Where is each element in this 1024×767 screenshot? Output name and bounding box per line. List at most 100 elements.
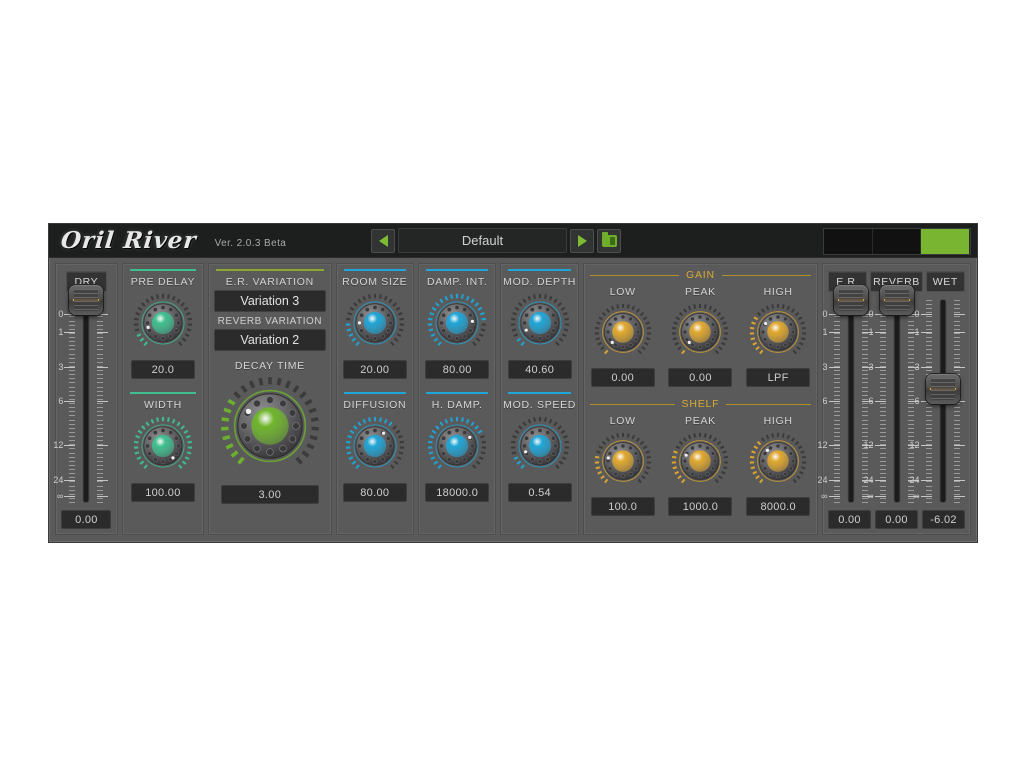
fader-tick	[97, 456, 104, 458]
room-size-value[interactable]: 20.00	[342, 360, 407, 379]
fader-tick	[907, 419, 914, 421]
knob-graphic	[594, 303, 651, 355]
shelf-high-value[interactable]: 8000.0	[746, 497, 811, 516]
diffusion-label: DIFFUSION	[343, 399, 407, 411]
pre-delay-knob[interactable]	[123, 292, 203, 354]
fader-tick	[861, 316, 868, 318]
mod-speed-knob[interactable]	[501, 415, 577, 477]
fader-tick	[925, 493, 932, 495]
reverb-value[interactable]: 0.00	[875, 510, 918, 529]
fader-tick	[861, 320, 868, 322]
er-variation-select[interactable]: Variation 3	[214, 290, 326, 312]
fader-tick	[953, 452, 960, 454]
gain-peak-value[interactable]: 0.00	[668, 368, 733, 387]
wet-value[interactable]: -6.02	[922, 510, 965, 529]
fader-tick-major	[953, 314, 965, 316]
fader-tick	[833, 349, 840, 351]
fader-tick	[97, 341, 104, 343]
preset-next-button[interactable]	[570, 228, 594, 253]
fader-thumb[interactable]	[879, 285, 914, 315]
gain-low-value[interactable]: 0.00	[590, 368, 655, 387]
gain-low-knob[interactable]	[584, 302, 662, 362]
gain-peak-knob[interactable]	[662, 302, 740, 362]
fader-tick	[953, 460, 960, 462]
fader-tick	[69, 489, 76, 491]
gain-section-title: GAIN	[584, 269, 817, 281]
fader-tick	[97, 394, 104, 396]
damp-int-value[interactable]: 80.00	[425, 360, 490, 379]
fader-tick	[69, 411, 76, 413]
dry-value[interactable]: 0.00	[61, 510, 112, 529]
reverb-variation-select[interactable]: Variation 2	[214, 329, 326, 351]
fader-tick	[97, 345, 104, 347]
fader-tick	[907, 328, 914, 330]
h-damp-knob[interactable]	[419, 415, 495, 477]
fader-tick	[97, 407, 104, 409]
thumb-grooves	[930, 378, 955, 401]
preset-name-display[interactable]: Default	[398, 228, 567, 253]
width-knob[interactable]	[123, 415, 203, 477]
fader-thumb[interactable]	[69, 285, 104, 315]
fader-tick	[97, 353, 104, 355]
mod-depth-knob[interactable]	[501, 292, 577, 354]
shelf-low-knob[interactable]	[584, 431, 662, 491]
fader-tick	[953, 337, 960, 339]
shelf-low-value[interactable]: 100.0	[590, 497, 655, 516]
gain-peak-label: PEAK	[685, 286, 716, 298]
fader-tick	[879, 320, 886, 322]
shelf-peak-value[interactable]: 1000.0	[668, 497, 733, 516]
fader-tick-major	[874, 332, 886, 334]
shelf-high-label: HIGH	[763, 415, 793, 427]
fader-tick	[925, 502, 932, 503]
fader-tick	[925, 448, 932, 450]
damp-int-knob[interactable]	[419, 292, 495, 354]
fader-tick-major	[920, 314, 932, 316]
fader-scale-label: 3	[868, 361, 874, 372]
mod-depth-value[interactable]: 40.60	[507, 360, 572, 379]
fader-tick	[861, 349, 868, 351]
diffusion-value[interactable]: 80.00	[342, 483, 407, 502]
gain-high-value[interactable]: LPF	[746, 368, 811, 387]
fader-tick	[879, 403, 886, 405]
fader-tick	[69, 477, 76, 479]
fader-tick	[69, 415, 76, 417]
fader-tick	[953, 448, 960, 450]
fader-slot	[848, 300, 854, 502]
preset-prev-button[interactable]	[371, 228, 395, 253]
shelf-peak-knob[interactable]	[662, 431, 740, 491]
accent-line-blue	[508, 269, 571, 271]
fader-tick	[833, 456, 840, 458]
mod-speed-value[interactable]: 0.54	[507, 483, 572, 502]
pre-delay-value[interactable]: 20.0	[130, 360, 195, 379]
fader-tick	[925, 353, 932, 355]
fader-scale-left: 0 1 3 6 12 24 ∞	[818, 300, 840, 503]
fader-thumb[interactable]	[925, 374, 960, 405]
dry-fader[interactable]: 0 1 3 6 12 24 ∞	[53, 285, 117, 510]
diffusion-knob[interactable]	[337, 415, 413, 477]
fader-tick	[97, 415, 104, 417]
gain-high-knob[interactable]	[739, 302, 817, 362]
room-size-knob[interactable]	[337, 292, 413, 354]
wet-button[interactable]: WET	[925, 271, 965, 292]
fader-tick	[97, 481, 104, 483]
decay-time-value[interactable]: 3.00	[220, 485, 319, 504]
shelf-high-knob[interactable]	[739, 431, 817, 491]
mod-speed-label: MOD. SPEED	[503, 399, 577, 411]
fader-tick	[953, 427, 960, 429]
fader-tick	[69, 436, 76, 438]
fader-track[interactable]: 0 1 3 6 12 24 ∞	[910, 292, 966, 510]
fader-tick	[879, 382, 886, 384]
fader-tick	[953, 304, 960, 306]
fader-tick-major	[953, 445, 965, 447]
width-value[interactable]: 100.00	[130, 483, 195, 502]
h-damp-value[interactable]: 18000.0	[425, 483, 490, 502]
fader-track[interactable]: 0 1 3 6 12 24 ∞	[53, 285, 109, 510]
fader-tick	[97, 374, 104, 376]
fader-thumb[interactable]	[833, 285, 868, 315]
preset-folder-button[interactable]	[597, 228, 621, 253]
er-value[interactable]: 0.00	[828, 510, 872, 529]
variation-decay-column: E.R. VARIATION Variation 3 REVERB VARIAT…	[208, 263, 332, 535]
fader-tick	[97, 485, 104, 487]
fader-tick	[925, 300, 932, 301]
decay-time-knob[interactable]	[209, 374, 330, 478]
